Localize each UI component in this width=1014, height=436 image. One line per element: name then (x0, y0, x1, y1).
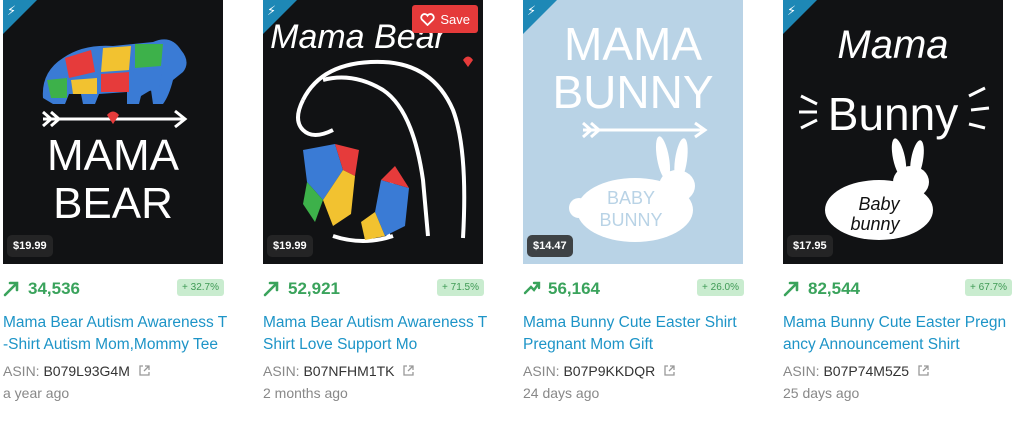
product-title-link[interactable]: Mama Bunny Cute Easter Shirt Pregnant Mo… (523, 312, 748, 356)
trend-up-arrow-icon (263, 281, 279, 297)
save-label: Save (440, 11, 470, 27)
asin-row: ASIN: B07P9KKDQR (523, 360, 755, 382)
art-text-line: BABY (607, 188, 655, 208)
asin-code: B07P74M5Z5 (823, 363, 910, 379)
trend-up-arrow-icon (783, 281, 799, 297)
external-link-icon[interactable] (663, 364, 676, 377)
asin-code: B079L93G4M (43, 363, 130, 379)
stats-row: 34,536 + 32.7% (3, 276, 235, 302)
product-artwork: MAMA BEAR (42, 39, 188, 228)
listing-age: 2 months ago (263, 385, 348, 401)
asin-label: ASIN: (263, 363, 300, 379)
art-text-line: Bunny (828, 88, 958, 140)
lightning-icon: ⚡ (267, 3, 277, 18)
listing-age: 25 days ago (783, 385, 860, 401)
art-text-line: BUNNY (552, 66, 713, 118)
asin-label: ASIN: (783, 363, 820, 379)
listing-age: 24 days ago (523, 385, 600, 401)
sales-rank: 82,544 (808, 279, 860, 298)
art-text-line: BUNNY (599, 210, 662, 230)
trend-up-arrow-icon (3, 281, 19, 297)
asin-row: ASIN: B079L93G4M (3, 360, 235, 382)
product-card: Mama Bear ⚡ Save $19.99 52,921 + 71.5% M… (263, 0, 495, 404)
art-text-line: Mama (837, 23, 948, 67)
asin-code: B07NFHM1TK (303, 363, 395, 379)
product-card: MAMA BEAR ⚡ $19.99 34,536 + 32.7% Mama B… (3, 0, 235, 404)
rank-change-badge: + 67.7% (965, 279, 1012, 296)
price-badge: $19.99 (267, 235, 313, 257)
price-badge: $17.95 (787, 235, 833, 257)
external-link-icon[interactable] (917, 364, 930, 377)
product-image[interactable]: MAMA BEAR ⚡ $19.99 (3, 0, 223, 264)
rank-change-badge: + 32.7% (177, 279, 224, 296)
trend-up-arrow-icon (523, 281, 541, 295)
product-title-link[interactable]: Mama Bear Autism Awareness T-Shirt Autis… (3, 312, 228, 356)
lightning-icon: ⚡ (7, 3, 17, 18)
price-badge: $19.99 (7, 235, 53, 257)
heart-icon (420, 12, 435, 26)
price-badge: $14.47 (527, 235, 573, 257)
save-button[interactable]: Save (412, 5, 478, 33)
lightning-icon: ⚡ (787, 3, 797, 18)
heart-graphic (463, 56, 473, 67)
product-image[interactable]: Mama Bear ⚡ Save $19.99 (263, 0, 483, 264)
stats-row: 82,544 + 67.7% (783, 276, 1014, 302)
art-text-line: MAMA (564, 18, 702, 70)
product-artwork: MAMA BUNNY BABY BUNNY (552, 18, 714, 242)
asin-row: ASIN: B07NFHM1TK (263, 360, 495, 382)
product-image[interactable]: Mama Bunny Baby bunny ⚡ $17.95 (783, 0, 1003, 264)
art-text-line: bunny (850, 214, 900, 234)
asin-row: ASIN: B07P74M5Z5 (783, 360, 1014, 382)
external-link-icon[interactable] (402, 364, 415, 377)
puzzle-paw-graphic (303, 144, 409, 240)
art-text-line: MAMA (47, 131, 180, 180)
sales-rank: 52,921 (288, 279, 340, 298)
art-text-line: Baby (858, 194, 900, 214)
arrow-graphic (582, 121, 708, 139)
sales-rank: 56,164 (548, 279, 600, 298)
product-card: MAMA BUNNY BABY BUNNY ⚡ $14.47 56,164 + … (523, 0, 755, 404)
asin-label: ASIN: (3, 363, 40, 379)
rank-change-badge: + 71.5% (437, 279, 484, 296)
listing-age: a year ago (3, 385, 70, 401)
art-text-line: BEAR (53, 179, 173, 228)
stats-row: 52,921 + 71.5% (263, 276, 495, 302)
product-title-link[interactable]: Mama Bunny Cute Easter Pregnancy Announc… (783, 312, 1008, 356)
product-image[interactable]: MAMA BUNNY BABY BUNNY ⚡ $14.47 (523, 0, 743, 264)
product-artwork: Mama Bear (270, 18, 473, 243)
lightning-icon: ⚡ (527, 3, 537, 18)
stats-row: 56,164 + 26.0% (523, 276, 755, 302)
product-title-link[interactable]: Mama Bear Autism Awareness T Shirt Love … (263, 312, 488, 356)
asin-code: B07P9KKDQR (563, 363, 656, 379)
product-artwork: Mama Bunny Baby bunny (799, 23, 990, 240)
rank-change-badge: + 26.0% (697, 279, 744, 296)
sales-rank: 34,536 (28, 279, 80, 298)
external-link-icon[interactable] (138, 364, 151, 377)
puzzle-bear-graphic (42, 39, 187, 105)
product-card: Mama Bunny Baby bunny ⚡ $17.95 82,544 + … (783, 0, 1014, 404)
product-grid: MAMA BEAR ⚡ $19.99 34,536 + 32.7% Mama B… (0, 0, 1014, 436)
asin-label: ASIN: (523, 363, 560, 379)
